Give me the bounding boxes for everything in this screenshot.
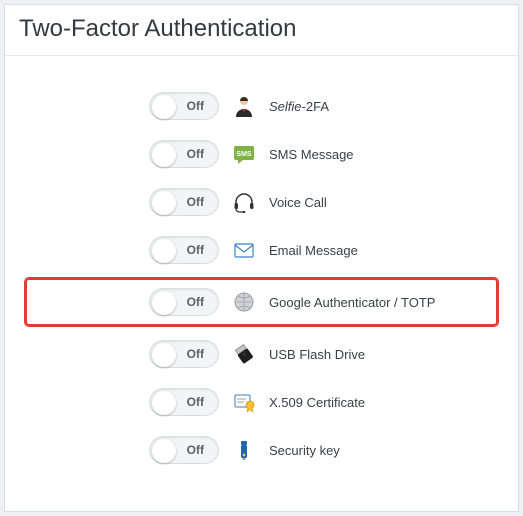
- method-label-voice: Voice Call: [269, 195, 327, 210]
- toggle-knob: [152, 291, 176, 315]
- method-row-x509: Off X.509 Certificate: [25, 378, 498, 426]
- toggle-knob: [152, 343, 176, 367]
- selfie-icon: [233, 95, 255, 117]
- toggle-sms[interactable]: Off: [149, 140, 219, 168]
- toggle-knob: [152, 143, 176, 167]
- sms-icon: [233, 143, 255, 165]
- usb-icon: [233, 343, 255, 365]
- toggle-selfie[interactable]: Off: [149, 92, 219, 120]
- method-label-x509: X.509 Certificate: [269, 395, 365, 410]
- toggle-state-label: Off: [187, 347, 204, 361]
- cert-icon: [233, 391, 255, 413]
- toggle-knob: [152, 391, 176, 415]
- page-title: Two-Factor Authentication: [5, 5, 518, 56]
- toggle-state-label: Off: [187, 443, 204, 457]
- method-row-sms: Off SMS Message: [25, 130, 498, 178]
- methods-list: Off Selfie-2FA Off SMS Message Off Voice Call…: [5, 56, 518, 484]
- toggle-state-label: Off: [187, 195, 204, 209]
- method-row-email: Off Email Message: [25, 226, 498, 274]
- content-card: Two-Factor Authentication OffSelfie-2FAO…: [4, 4, 519, 512]
- toggle-state-label: Off: [187, 395, 204, 409]
- toggle-x509[interactable]: Off: [149, 388, 219, 416]
- toggle-state-label: Off: [187, 243, 204, 257]
- toggle-totp[interactable]: Off: [149, 288, 219, 316]
- toggle-knob: [152, 191, 176, 215]
- method-label-key: Security key: [269, 443, 340, 458]
- toggle-knob: [152, 239, 176, 263]
- method-label-selfie: Selfie-2FA: [269, 99, 329, 114]
- method-row-usb: Off USB Flash Drive: [25, 330, 498, 378]
- toggle-key[interactable]: Off: [149, 436, 219, 464]
- page: Two-Factor Authentication OffSelfie-2FAO…: [0, 0, 523, 516]
- toggle-voice[interactable]: Off: [149, 188, 219, 216]
- toggle-usb[interactable]: Off: [149, 340, 219, 368]
- method-row-key: Off Security key: [25, 426, 498, 474]
- method-row-selfie: Off Selfie-2FA: [25, 82, 498, 130]
- method-label-usb: USB Flash Drive: [269, 347, 365, 362]
- toggle-knob: [152, 95, 176, 119]
- email-icon: [233, 239, 255, 261]
- toggle-knob: [152, 439, 176, 463]
- toggle-state-label: Off: [187, 147, 204, 161]
- totp-icon: [233, 291, 255, 313]
- method-label-email: Email Message: [269, 243, 358, 258]
- toggle-state-label: Off: [187, 99, 204, 113]
- method-row-voice: Off Voice Call: [25, 178, 498, 226]
- voice-icon: [233, 191, 255, 213]
- key-icon: [233, 439, 255, 461]
- method-row-totp: Off Google Authenticator / TOTP: [25, 278, 498, 326]
- method-label-totp: Google Authenticator / TOTP: [269, 295, 435, 310]
- toggle-email[interactable]: Off: [149, 236, 219, 264]
- toggle-state-label: Off: [187, 295, 204, 309]
- method-label-sms: SMS Message: [269, 147, 354, 162]
